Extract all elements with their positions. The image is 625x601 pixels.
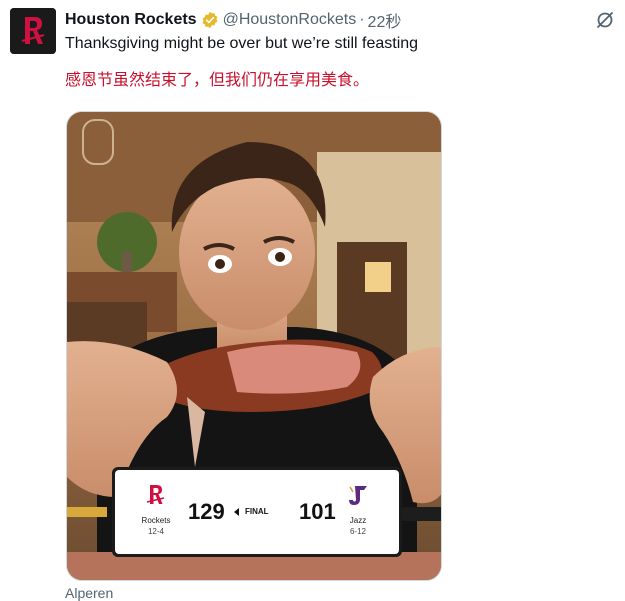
rockets-logo-icon (146, 485, 165, 504)
away-team-record: 6-12 (349, 527, 366, 536)
timestamp[interactable]: 22秒 (368, 8, 402, 32)
tweet-text: Thanksgiving might be over but we’re sti… (65, 35, 419, 52)
avatar[interactable] (10, 8, 56, 54)
author-handle[interactable]: @HoustonRockets (223, 11, 357, 29)
home-score: 129 (188, 499, 225, 524)
tweet-header: Houston Rockets @HoustonRockets · 22秒 (65, 9, 585, 31)
verified-badge-icon[interactable] (201, 11, 219, 29)
away-team-name: Jazz (349, 516, 367, 525)
rockets-logo-icon (10, 8, 56, 54)
away-score: 101 (299, 499, 336, 524)
header-separator: · (359, 11, 365, 28)
home-team-record: 12-4 (147, 527, 164, 536)
home-team-name: Rockets (141, 516, 171, 525)
grok-icon[interactable] (595, 10, 615, 30)
tweet-translation: 感恩节虽然结束了，但我们仍在享用美食。 (65, 72, 370, 89)
scorecard-panel: Rockets 12-4 129 FINAL 101 Jazz 6-12 (115, 470, 399, 554)
triangle-left-icon (234, 508, 239, 516)
author-name[interactable]: Houston Rockets (65, 11, 197, 29)
tweet-media[interactable]: Rockets 12-4 129 FINAL 101 Jazz 6-12 (66, 111, 442, 581)
scorecard: Rockets 12-4 129 FINAL 101 Jazz 6-12 (112, 467, 402, 557)
jazz-logo-icon (349, 486, 367, 505)
media-caption: Alperen (65, 585, 114, 601)
game-status: FINAL (245, 507, 269, 516)
